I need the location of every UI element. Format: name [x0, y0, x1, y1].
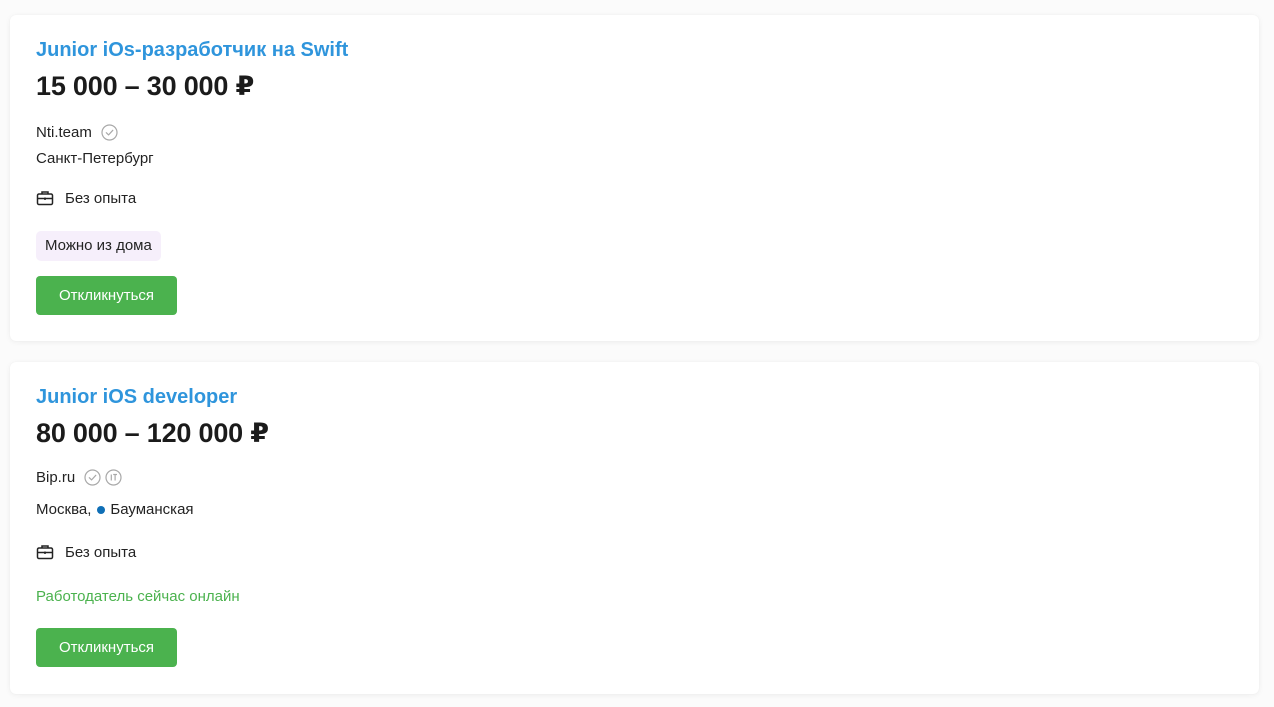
- metro-line-dot-icon: [97, 505, 106, 514]
- verified-check-icon[interactable]: [101, 124, 118, 141]
- company-row: Bip.ru: [36, 469, 126, 486]
- vacancy-location: Санкт-Петербург: [36, 150, 154, 167]
- vacancy-title-link[interactable]: Junior iOs-разработчик на Swift: [36, 39, 348, 62]
- vacancy-card: Junior iOs-разработчик на Swift 15 000 –…: [10, 15, 1259, 341]
- company-name-link[interactable]: Nti.team: [36, 124, 92, 141]
- metro-station-label: Бауманская: [110, 501, 194, 518]
- verified-check-icon[interactable]: [84, 469, 101, 486]
- it-accredited-icon[interactable]: [105, 469, 122, 486]
- respond-button[interactable]: Откликнуться: [36, 276, 177, 315]
- company-name-link[interactable]: Bip.ru: [36, 469, 75, 486]
- remote-work-tag: Можно из дома: [36, 231, 161, 261]
- experience-row: Без опыта: [36, 189, 136, 207]
- city-label: Санкт-Петербург: [36, 150, 154, 167]
- respond-button[interactable]: Откликнуться: [36, 628, 177, 667]
- employer-online-status: Работодатель сейчас онлайн: [36, 588, 240, 605]
- vacancy-salary: 15 000 – 30 000 ₽: [36, 71, 255, 101]
- briefcase-icon: [36, 543, 54, 561]
- vacancy-location: Москва, Бауманская: [36, 501, 194, 518]
- experience-label: Без опыта: [65, 189, 137, 207]
- experience-label: Без опыта: [65, 543, 137, 561]
- vacancy-title-link[interactable]: Junior iOS developer: [36, 386, 237, 409]
- vacancy-salary: 80 000 – 120 000 ₽: [36, 418, 269, 448]
- briefcase-icon: [36, 189, 54, 207]
- vacancy-card: Junior iOS developer 80 000 – 120 000 ₽ …: [10, 362, 1259, 694]
- city-label: Москва,: [36, 501, 92, 518]
- experience-row: Без опыта: [36, 543, 136, 561]
- company-row: Nti.team: [36, 124, 122, 141]
